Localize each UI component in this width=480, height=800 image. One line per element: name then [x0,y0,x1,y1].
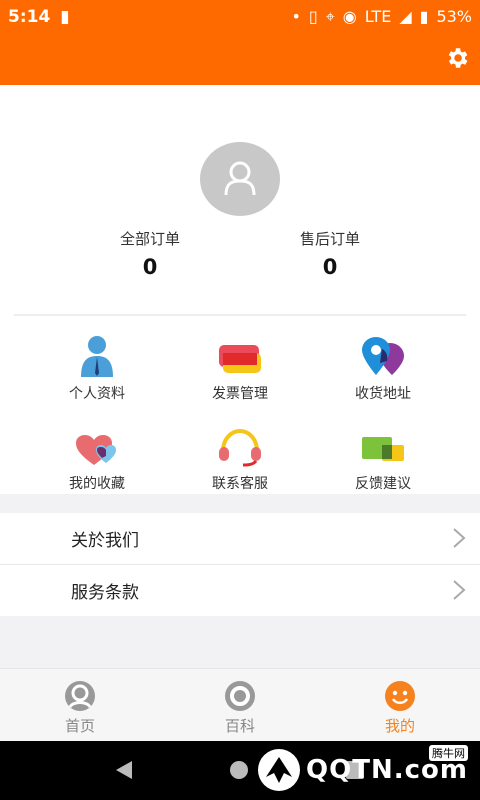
tab-mine[interactable]: 我的 [350,669,450,736]
signal-icon: ◢ [399,7,412,26]
location-icon [362,337,404,375]
grid-label-favorites: 我的收藏 [69,476,125,492]
all-orders[interactable]: 全部订单 0 [70,228,230,279]
all-orders-count: 0 [142,255,158,279]
home-icon [65,681,95,711]
chat-icon [362,437,404,461]
tab-home-label: 首页 [64,717,95,735]
gear-icon[interactable] [444,45,470,71]
avatar[interactable] [200,142,280,216]
vibrate-icon: ▯ [308,7,318,26]
dot-icon: • [291,7,301,26]
system-nav-bar: QQTN.com 腾牛网 [0,741,480,800]
chevron-right-icon [453,528,466,548]
tab-home[interactable]: 首页 [30,669,130,736]
grid-label-invoice: 发票管理 [212,386,268,402]
battery-charging-icon: ▮ [60,6,70,27]
menu-item-about[interactable]: 关於我们 [0,513,480,564]
grid-item-feedback[interactable]: 反馈建议 [308,423,458,493]
menu-label-terms: 服务条款 [71,583,139,603]
after-sale-orders-label: 售后订单 [299,230,360,248]
battery-icon: ▮ [419,7,429,26]
grid-item-invoice[interactable]: 发票管理 [165,333,315,403]
battery-percent: 53% [436,7,472,26]
menu-item-terms[interactable]: 服务条款 [0,565,480,616]
network-type: LTE [364,7,392,26]
all-orders-label: 全部订单 [119,230,180,248]
grid-label-address: 收货地址 [355,386,411,402]
bottom-tab-bar: 首页 百科 我的 [0,668,480,741]
home-button[interactable] [230,761,248,779]
grid-item-profile[interactable]: 个人资料 [22,333,172,403]
watermark-logo-icon [258,749,301,791]
grid-item-support[interactable]: 联系客服 [165,423,315,493]
status-bar: 5:14 ▮ • ▯ ⌖ ◉ LTE ◢ ▮ 53% [0,0,480,33]
watermark-badge: 腾牛网 [429,745,468,761]
tab-mine-label: 我的 [384,717,415,735]
wifi-icon: ◉ [342,7,357,26]
person-icon [81,336,113,377]
location-pin-icon: ⌖ [325,6,335,26]
headset-icon [219,428,261,467]
grid-label-feedback: 反馈建议 [355,476,411,492]
heart-icon [76,435,116,465]
app-header [0,33,480,85]
menu-label-about: 关於我们 [71,531,139,551]
encyclopedia-icon [225,681,255,711]
profile-section: 全部订单 0 售后订单 0 个人资料 发票管理 收货地址 我的收藏 联系客服 反… [0,85,480,494]
after-sale-orders-count: 0 [322,255,338,279]
grid-item-favorites[interactable]: 我的收藏 [22,423,172,493]
tab-encyclopedia-label: 百科 [224,717,255,735]
avatar-placeholder-icon [224,161,256,196]
grid-item-address[interactable]: 收货地址 [308,333,458,403]
grid-label-support: 联系客服 [212,476,268,492]
divider [14,314,466,316]
status-time: 5:14 [8,6,51,27]
smiley-icon [385,681,415,711]
tab-encyclopedia[interactable]: 百科 [190,669,290,736]
after-sale-orders[interactable]: 售后订单 0 [250,228,410,279]
back-icon[interactable] [114,759,134,781]
watermark: QQTN.com 腾牛网 [256,745,468,793]
invoice-icon [219,345,261,373]
chevron-right-icon [453,580,466,600]
grid-label-profile: 个人资料 [69,386,125,402]
